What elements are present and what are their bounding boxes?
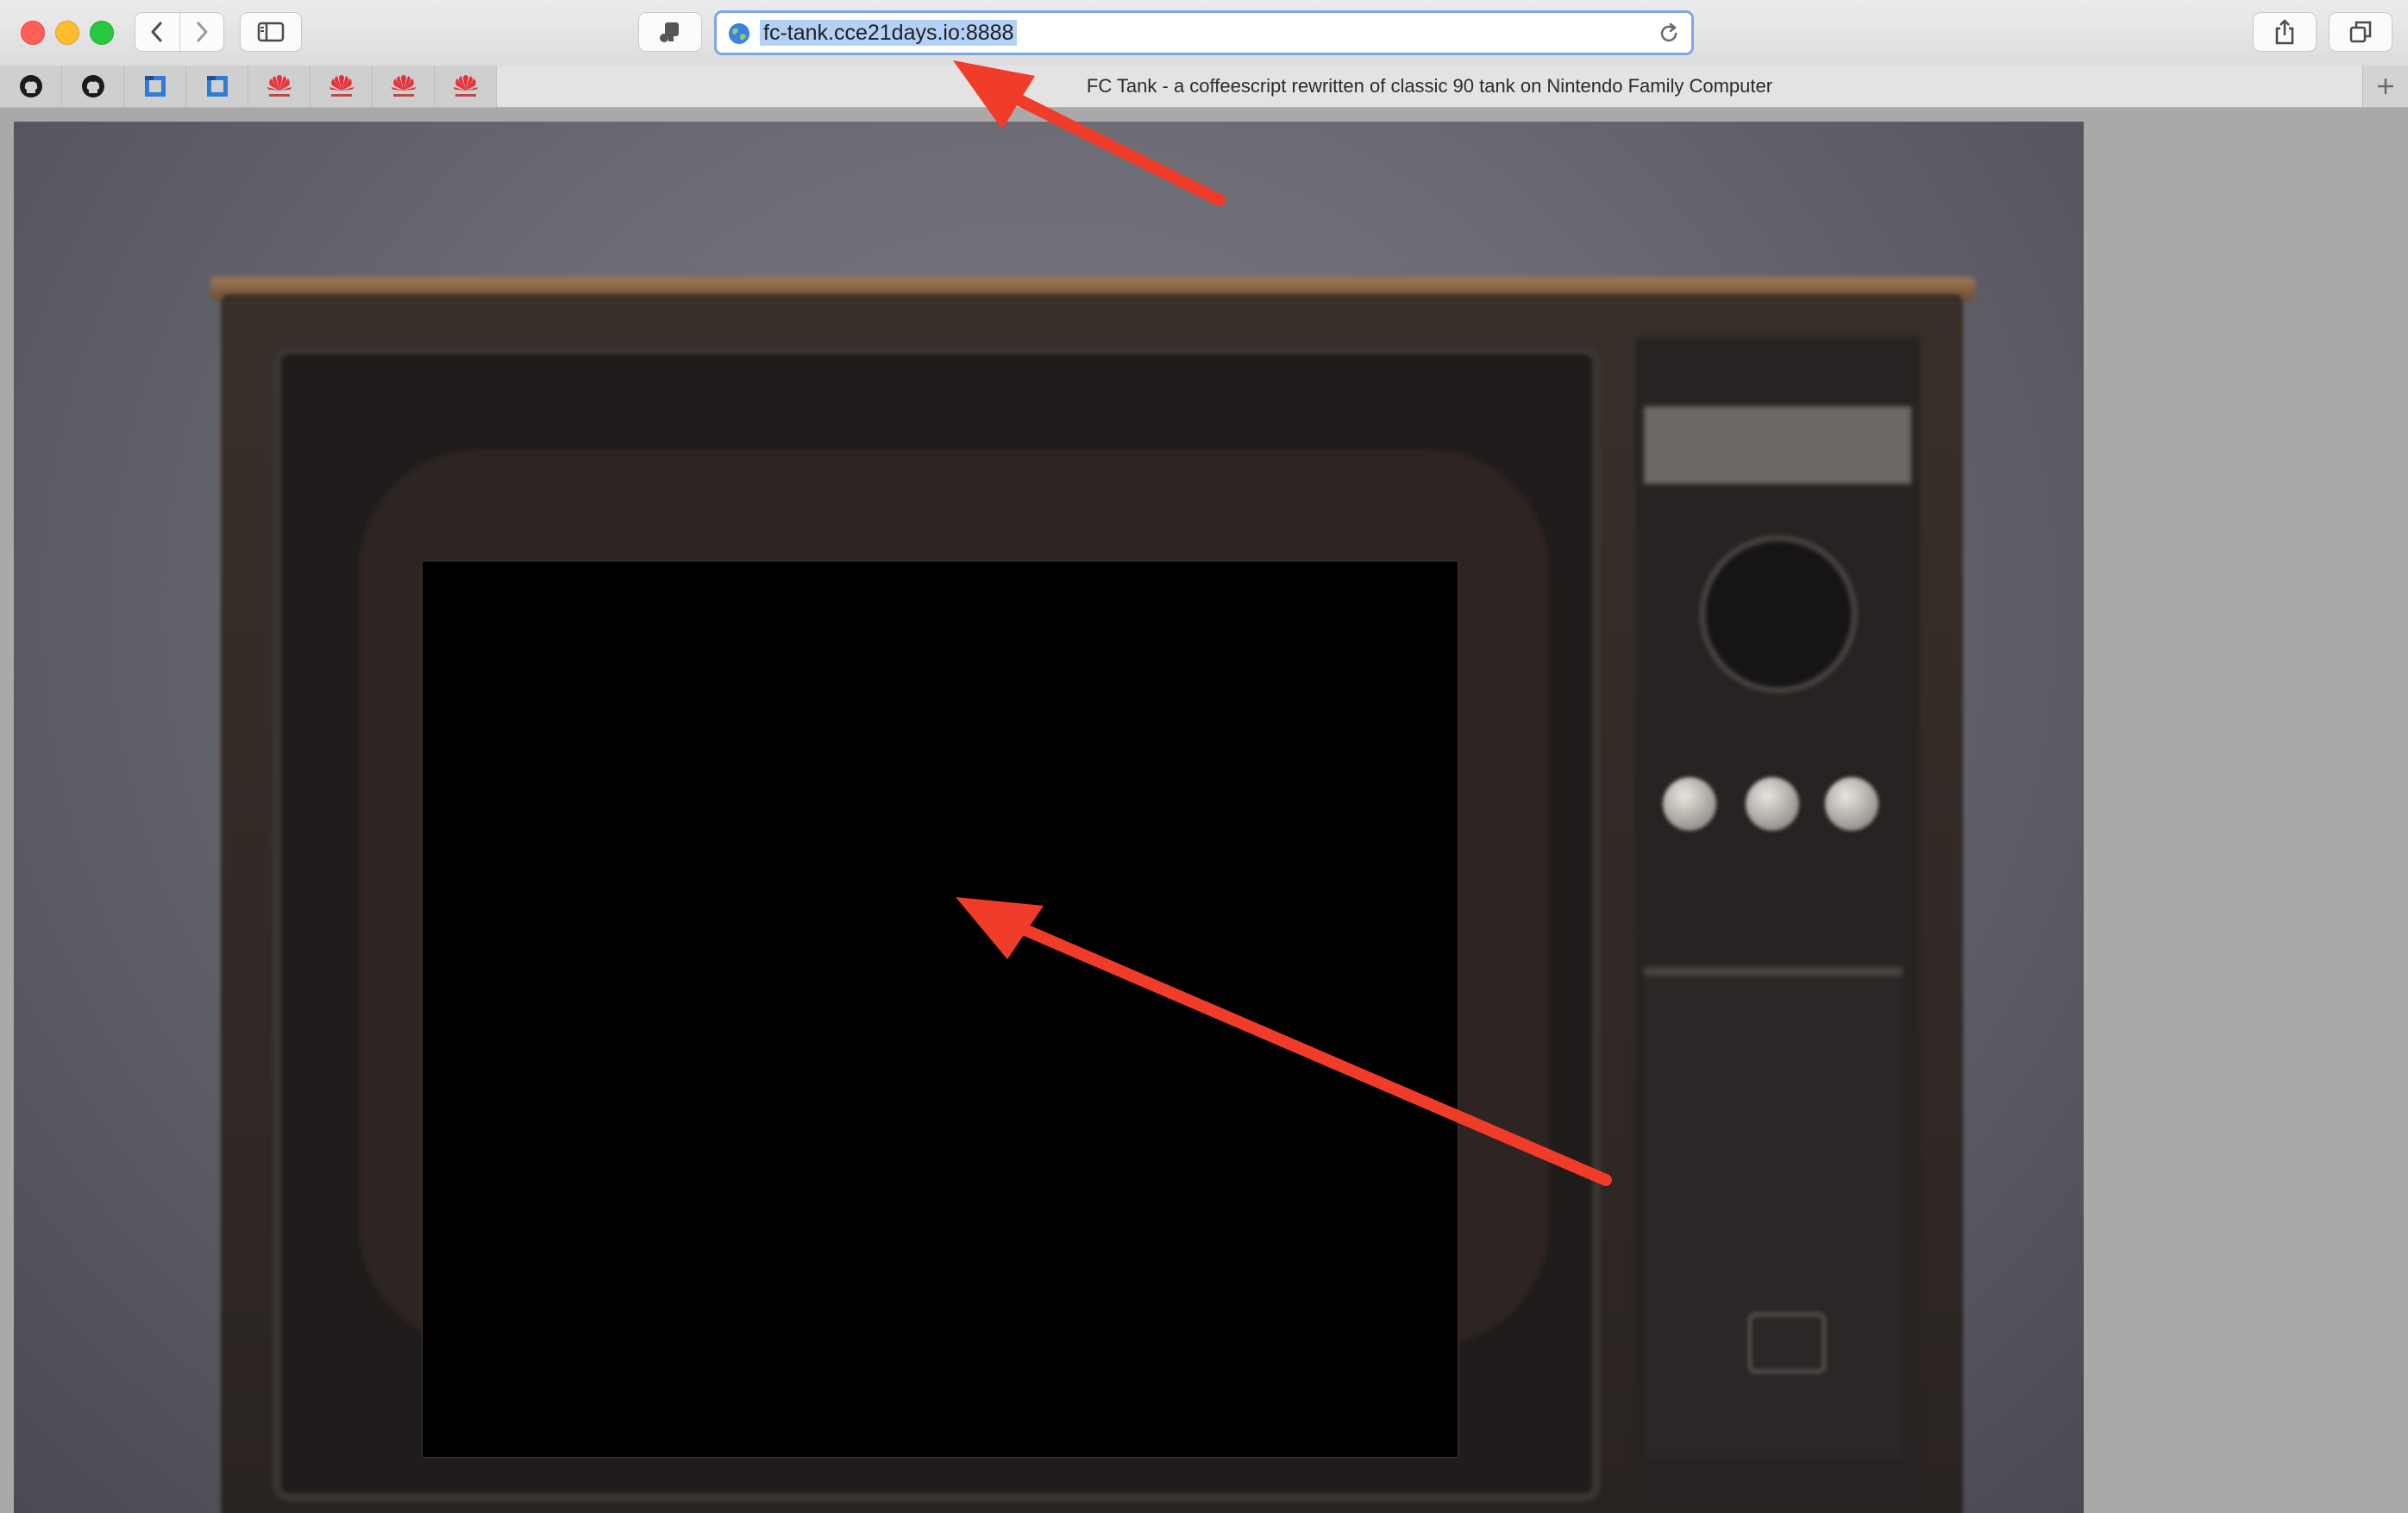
active-tab[interactable]: FC Tank - a coffeescript rewritten of cl… bbox=[497, 66, 2363, 107]
square-logo-icon bbox=[144, 76, 166, 97]
chevron-left-icon bbox=[151, 22, 162, 42]
tv-knob-2 bbox=[1746, 777, 1799, 831]
sidebar-icon bbox=[257, 22, 285, 42]
pinned-tab-github-1[interactable] bbox=[0, 66, 62, 107]
tabs-icon bbox=[2349, 21, 2372, 43]
tv-speaker-panel bbox=[1644, 967, 1903, 1459]
github-icon bbox=[19, 75, 42, 97]
browser-toolbar: fc-tank.cce21days.io:8888 bbox=[0, 0, 2408, 66]
navigation-buttons bbox=[135, 12, 224, 52]
share-icon bbox=[2275, 19, 2294, 45]
game-canvas[interactable] bbox=[422, 561, 1458, 1458]
share-button[interactable] bbox=[2253, 12, 2317, 52]
tv-knob-3 bbox=[1825, 777, 1878, 831]
pinned-tab-github-2[interactable] bbox=[62, 66, 124, 107]
maximize-window-button[interactable] bbox=[90, 21, 114, 45]
plus-icon bbox=[2378, 78, 2393, 94]
forward-button[interactable] bbox=[179, 13, 224, 51]
huawei-icon bbox=[267, 75, 292, 97]
pinned-tab-huawei-3[interactable] bbox=[373, 66, 435, 107]
pinned-tab-huawei-4[interactable] bbox=[435, 66, 497, 107]
minimize-window-button[interactable] bbox=[55, 21, 79, 45]
pinned-tab-huawei-1[interactable] bbox=[248, 66, 310, 107]
web-page bbox=[0, 108, 2408, 1513]
new-tab-button[interactable] bbox=[2363, 66, 2408, 107]
huawei-icon bbox=[453, 75, 478, 97]
huawei-icon bbox=[391, 75, 416, 97]
reload-icon[interactable] bbox=[1657, 22, 1681, 46]
chevron-right-icon bbox=[197, 22, 208, 42]
url-text[interactable]: fc-tank.cce21days.io:8888 bbox=[760, 20, 1018, 46]
close-window-button[interactable] bbox=[21, 21, 45, 45]
address-bar[interactable]: fc-tank.cce21days.io:8888 bbox=[714, 10, 1694, 55]
extension-icon bbox=[660, 22, 679, 42]
tv-logo bbox=[1747, 1312, 1827, 1374]
tab-title: FC Tank - a coffeescript rewritten of cl… bbox=[1086, 75, 1773, 97]
huawei-icon bbox=[329, 75, 354, 97]
tv-panel-label bbox=[1644, 406, 1911, 484]
sidebar-toggle-button[interactable] bbox=[240, 12, 302, 52]
extension-button[interactable] bbox=[638, 12, 702, 52]
back-button[interactable] bbox=[135, 13, 179, 51]
tab-overview-button[interactable] bbox=[2329, 12, 2392, 52]
tv-channel-dial bbox=[1700, 536, 1857, 693]
tv-knob-1 bbox=[1663, 777, 1716, 831]
globe-icon bbox=[729, 23, 749, 44]
tab-bar: FC Tank - a coffeescript rewritten of cl… bbox=[0, 66, 2408, 108]
pinned-tab-square-1[interactable] bbox=[124, 66, 186, 107]
github-icon bbox=[81, 75, 104, 97]
pinned-tab-square-2[interactable] bbox=[186, 66, 248, 107]
pinned-tab-huawei-2[interactable] bbox=[310, 66, 373, 107]
square-logo-icon bbox=[206, 76, 228, 97]
browser-window: fc-tank.cce21days.io:8888 FC Tank - a co… bbox=[0, 0, 2408, 1513]
